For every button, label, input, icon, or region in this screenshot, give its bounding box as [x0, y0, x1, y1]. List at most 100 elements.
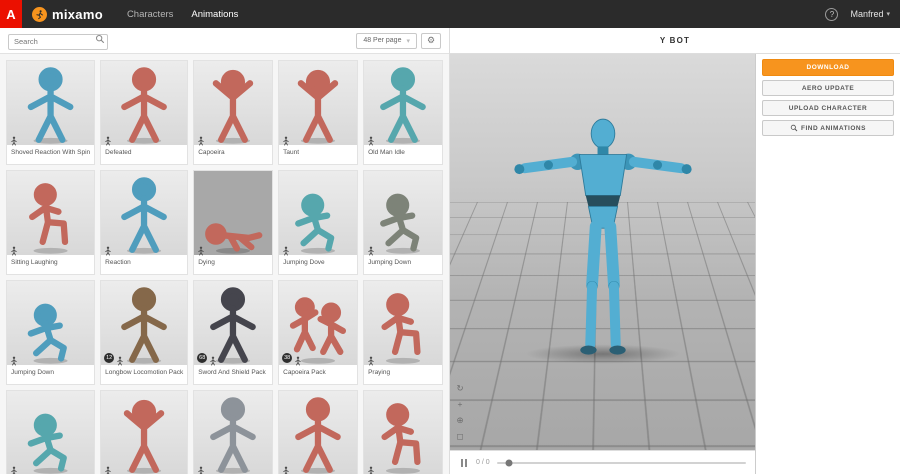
character-person-icon	[282, 463, 290, 473]
viewer-row: ↻ + ⊕ ◻ 0 / 0	[450, 54, 900, 474]
animation-thumbnail[interactable]	[364, 391, 442, 474]
animation-card[interactable]: Praying	[363, 280, 443, 385]
zoom-icon[interactable]: ⊕	[454, 414, 466, 426]
character-figure	[194, 391, 272, 474]
animation-thumbnail[interactable]	[364, 61, 442, 145]
thumbnail-meta	[367, 133, 375, 143]
upload-character-button[interactable]: UPLOAD CHARACTER	[762, 100, 894, 116]
character-person-icon	[104, 133, 112, 143]
character-figure	[279, 61, 357, 145]
actions-panel: DOWNLOAD AERO UPDATE UPLOAD CHARACTER FI…	[755, 54, 900, 474]
find-animations-button[interactable]: FIND ANIMATIONS	[762, 120, 894, 136]
animation-thumbnail[interactable]	[7, 61, 94, 145]
character-figure	[364, 61, 442, 145]
settings-gear-button[interactable]: ⚙	[421, 33, 441, 49]
aero-update-button[interactable]: AERO UPDATE	[762, 80, 894, 96]
pack-count-badge: 68	[197, 353, 207, 363]
pack-count-badge: 12	[104, 353, 114, 363]
character-figure	[101, 171, 187, 255]
adobe-logo-icon[interactable]: A	[0, 0, 22, 28]
viewer-3d[interactable]: ↻ + ⊕ ◻ 0 / 0	[450, 54, 755, 474]
camera-controls: ↻ + ⊕ ◻	[454, 382, 466, 442]
character-figure	[279, 391, 357, 474]
animation-card[interactable]	[193, 390, 273, 474]
character-figure	[101, 61, 187, 145]
character-person-icon	[282, 243, 290, 253]
pan-icon[interactable]: +	[454, 398, 466, 410]
animation-thumbnail[interactable]	[279, 171, 357, 255]
character-person-icon	[197, 243, 205, 253]
animation-card[interactable]: Jumping Dove	[278, 170, 358, 275]
animation-thumbnail[interactable]	[101, 391, 187, 474]
animation-card[interactable]: Jumping Down	[6, 280, 95, 385]
nav-characters[interactable]: Characters	[127, 9, 173, 20]
animation-card[interactable]: Capoeira	[193, 60, 273, 165]
pause-button[interactable]	[459, 457, 469, 469]
animation-thumbnail[interactable]	[7, 281, 94, 365]
animation-thumbnail[interactable]	[279, 61, 357, 145]
timeline-handle[interactable]	[506, 459, 513, 466]
animation-card[interactable]: 12 Longbow Locomotion Pack	[100, 280, 188, 385]
animation-card[interactable]: Defeated	[100, 60, 188, 165]
animation-name: Jumping Dove	[279, 255, 357, 274]
animation-card[interactable]: Sitting Laughing	[6, 170, 95, 275]
search-icon	[95, 34, 105, 44]
thumbnail-meta: 12	[104, 353, 124, 363]
animation-card[interactable]: 38Capoeira Pack	[278, 280, 358, 385]
animation-thumbnail[interactable]: 68	[194, 281, 272, 365]
animation-thumbnail[interactable]	[364, 281, 442, 365]
animation-thumbnail[interactable]	[194, 61, 272, 145]
animation-card[interactable]: Shoved Reaction With Spin	[6, 60, 95, 165]
animation-card[interactable]: Old Man Idle	[363, 60, 443, 165]
download-button[interactable]: DOWNLOAD	[762, 59, 894, 76]
thumbnail-meta	[10, 353, 18, 363]
animation-card[interactable]: Reaction	[100, 170, 188, 275]
user-menu[interactable]: Manfred ▾	[850, 9, 890, 19]
chevron-down-icon: ▾	[886, 10, 890, 18]
animation-card[interactable]: Taunt	[278, 60, 358, 165]
animation-card[interactable]	[278, 390, 358, 474]
animation-card[interactable]: Jumping Down	[363, 170, 443, 275]
search-input[interactable]	[8, 34, 108, 50]
character-person-icon	[367, 133, 375, 143]
animation-card[interactable]	[6, 390, 95, 474]
animation-thumbnail[interactable]	[194, 391, 272, 474]
animation-thumbnail[interactable]: 38	[279, 281, 357, 365]
animation-card[interactable]	[100, 390, 188, 474]
frame-counter: 0 / 0	[476, 459, 490, 466]
y-bot-character[interactable]	[503, 110, 703, 401]
per-page-value: 48 Per page	[363, 37, 401, 44]
animation-name: Capoeira	[194, 145, 272, 164]
nav-animations[interactable]: Animations	[191, 9, 238, 20]
main-nav: Characters Animations	[127, 9, 238, 20]
animation-thumbnail[interactable]	[101, 171, 187, 255]
timeline-slider[interactable]	[497, 462, 746, 464]
animation-thumbnail[interactable]	[101, 61, 187, 145]
help-icon[interactable]: ?	[825, 8, 838, 21]
animation-thumbnail[interactable]	[279, 391, 357, 474]
animation-thumbnail[interactable]	[7, 171, 94, 255]
per-page-select[interactable]: 48 Per page ▾	[356, 33, 417, 49]
gear-icon: ⚙	[427, 35, 435, 46]
orbit-icon[interactable]: ↻	[454, 382, 466, 394]
animations-toolbar: 48 Per page ▾ ⚙	[0, 28, 449, 54]
animation-name: Longbow Locomotion Pack	[101, 365, 187, 384]
character-person-icon	[367, 463, 375, 473]
frame-icon[interactable]: ◻	[454, 430, 466, 442]
mixamo-logo[interactable]: mixamo	[32, 7, 103, 22]
character-figure	[7, 61, 94, 145]
animation-name: Capoeira Pack	[279, 365, 357, 384]
character-person-icon	[209, 353, 217, 363]
animation-thumbnail[interactable]	[364, 171, 442, 255]
animation-card[interactable]	[363, 390, 443, 474]
animation-grid: Shoved Reaction With SpinDefeated Capoeir…	[0, 54, 449, 474]
thumbnail-meta	[10, 243, 18, 253]
animation-thumbnail[interactable]	[7, 391, 94, 474]
animation-card[interactable]: Dying	[193, 170, 273, 275]
character-figure	[279, 171, 357, 255]
animation-card[interactable]: 68Sword And Shield Pack	[193, 280, 273, 385]
animation-thumbnail[interactable]	[194, 171, 272, 255]
character-person-icon	[104, 243, 112, 253]
animation-thumbnail[interactable]: 12	[101, 281, 187, 365]
thumbnail-meta	[367, 243, 375, 253]
